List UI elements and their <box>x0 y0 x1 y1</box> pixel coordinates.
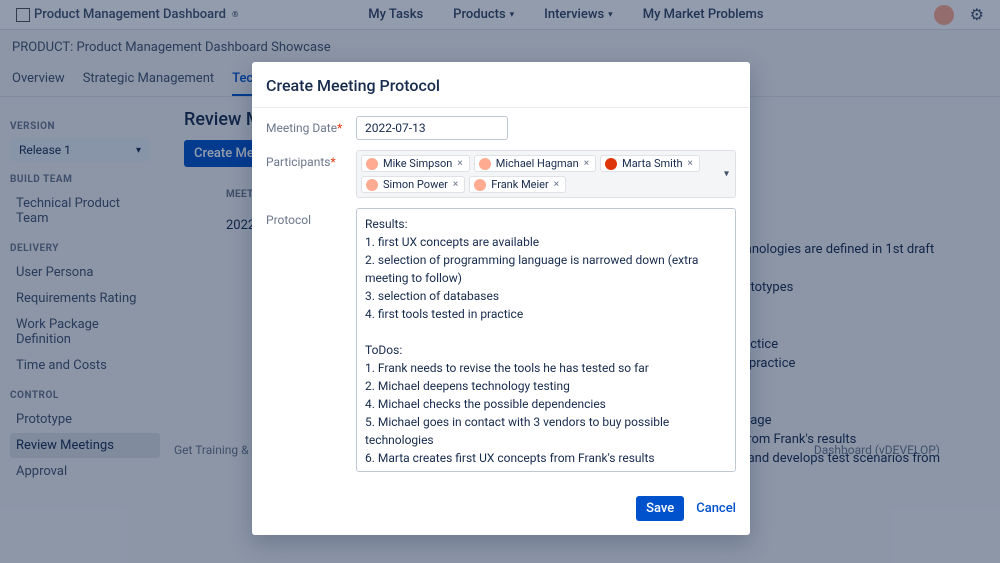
avatar-icon <box>366 158 378 170</box>
label-protocol: Protocol <box>266 208 356 227</box>
participant-chip[interactable]: Simon Power× <box>361 176 465 193</box>
remove-icon[interactable]: × <box>453 179 458 190</box>
remove-icon[interactable]: × <box>688 158 693 169</box>
chevron-down-icon[interactable]: ▾ <box>724 169 729 180</box>
remove-icon[interactable]: × <box>554 179 559 190</box>
avatar-icon <box>366 179 378 191</box>
participant-chip[interactable]: Marta Smith× <box>600 155 700 172</box>
avatar-icon <box>605 158 617 170</box>
label-participants: Participants* <box>266 150 356 169</box>
save-button[interactable]: Save <box>636 496 684 521</box>
remove-icon[interactable]: × <box>584 158 589 169</box>
participant-chip[interactable]: Michael Hagman× <box>474 155 596 172</box>
avatar-icon <box>474 179 486 191</box>
cancel-button[interactable]: Cancel <box>696 501 736 516</box>
modal-title: Create Meeting Protocol <box>252 62 750 108</box>
label-meeting-date: Meeting Date* <box>266 116 356 135</box>
remove-icon[interactable]: × <box>457 158 462 169</box>
participant-chip[interactable]: Frank Meier× <box>469 176 566 193</box>
participant-chip[interactable]: Mike Simpson× <box>361 155 470 172</box>
meeting-date-input[interactable] <box>356 116 508 140</box>
create-meeting-modal: Create Meeting Protocol Meeting Date* Pa… <box>252 62 750 535</box>
protocol-textarea[interactable] <box>356 208 736 472</box>
avatar-icon <box>479 158 491 170</box>
participants-input[interactable]: Mike Simpson× Michael Hagman× Marta Smit… <box>356 150 736 198</box>
